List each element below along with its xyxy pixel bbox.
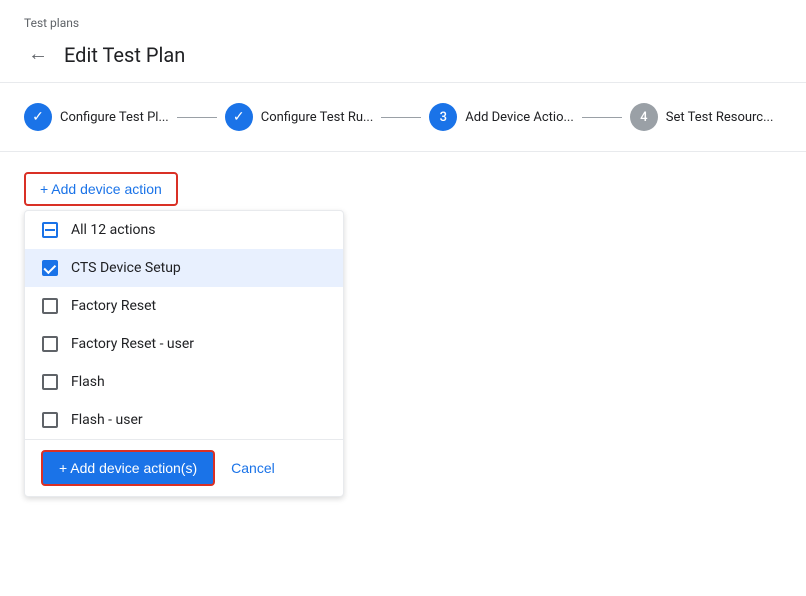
factory-reset-checkbox — [42, 298, 58, 314]
step-connector-1 — [177, 117, 217, 118]
add-device-action-button[interactable]: + Add device action — [24, 172, 178, 206]
all-actions-label: All 12 actions — [71, 222, 156, 238]
cancel-button[interactable]: Cancel — [231, 460, 275, 476]
factory-reset-user-label: Factory Reset - user — [71, 336, 194, 352]
add-actions-button[interactable]: + Add device action(s) — [41, 450, 215, 486]
breadcrumb-text: Test plans — [24, 16, 79, 30]
dropdown-footer: + Add device action(s) Cancel — [25, 439, 343, 496]
flash-user-label: Flash - user — [71, 412, 143, 428]
step-2: ✓ Configure Test Ru... — [225, 103, 374, 131]
add-device-action-label: + Add device action — [40, 181, 162, 197]
all-actions-checkbox-container — [41, 221, 59, 239]
flash-checkbox-container — [41, 373, 59, 391]
back-arrow-icon: ← — [28, 43, 48, 66]
all-actions-item[interactable]: All 12 actions — [25, 211, 343, 249]
flash-user-checkbox-container — [41, 411, 59, 429]
step-connector-2 — [381, 117, 421, 118]
all-actions-checkbox-indeterminate — [42, 222, 58, 238]
content-area: + Add device action All 12 actions CTS D — [0, 152, 806, 226]
dropdown-item-factory-reset[interactable]: Factory Reset — [25, 287, 343, 325]
breadcrumb: Test plans — [0, 0, 806, 35]
step-2-circle: ✓ — [225, 103, 253, 131]
dropdown-item-flash-user[interactable]: Flash - user — [25, 401, 343, 439]
factory-reset-user-checkbox-container — [41, 335, 59, 353]
flash-checkbox — [42, 374, 58, 390]
step-3-label: Add Device Actio... — [465, 110, 574, 125]
step-1: ✓ Configure Test Pl... — [24, 103, 169, 131]
factory-reset-checkbox-container — [41, 297, 59, 315]
step-3-number: 3 — [440, 110, 447, 125]
step-1-circle: ✓ — [24, 103, 52, 131]
factory-reset-user-checkbox — [42, 336, 58, 352]
dropdown-list: All 12 actions CTS Device Setup Factory … — [25, 211, 343, 439]
dropdown-panel: All 12 actions CTS Device Setup Factory … — [24, 210, 344, 497]
step-1-label: Configure Test Pl... — [60, 110, 169, 125]
step-4: 4 Set Test Resourc... — [630, 103, 774, 131]
cancel-label: Cancel — [231, 460, 275, 476]
page-title: Edit Test Plan — [64, 43, 185, 67]
dropdown-item-factory-reset-user[interactable]: Factory Reset - user — [25, 325, 343, 363]
dropdown-item-cts[interactable]: CTS Device Setup — [25, 249, 343, 287]
step-4-label: Set Test Resourc... — [666, 110, 774, 125]
dropdown-item-flash[interactable]: Flash — [25, 363, 343, 401]
page-header: ← Edit Test Plan — [0, 35, 806, 83]
factory-reset-label: Factory Reset — [71, 298, 156, 314]
stepper: ✓ Configure Test Pl... ✓ Configure Test … — [0, 83, 806, 152]
step-2-label: Configure Test Ru... — [261, 110, 374, 125]
flash-label: Flash — [71, 374, 105, 390]
step-2-checkmark: ✓ — [233, 109, 245, 125]
step-4-number: 4 — [640, 110, 647, 125]
page-container: Test plans ← Edit Test Plan ✓ Configure … — [0, 0, 806, 596]
add-actions-label: + Add device action(s) — [59, 460, 197, 476]
cts-checkbox-checked — [42, 260, 58, 276]
flash-user-checkbox — [42, 412, 58, 428]
step-4-circle: 4 — [630, 103, 658, 131]
step-3-circle: 3 — [429, 103, 457, 131]
cts-checkbox-container — [41, 259, 59, 277]
back-button[interactable]: ← — [24, 39, 52, 70]
cts-label: CTS Device Setup — [71, 260, 181, 276]
step-3: 3 Add Device Actio... — [429, 103, 574, 131]
step-connector-3 — [582, 117, 622, 118]
step-1-checkmark: ✓ — [32, 109, 44, 125]
